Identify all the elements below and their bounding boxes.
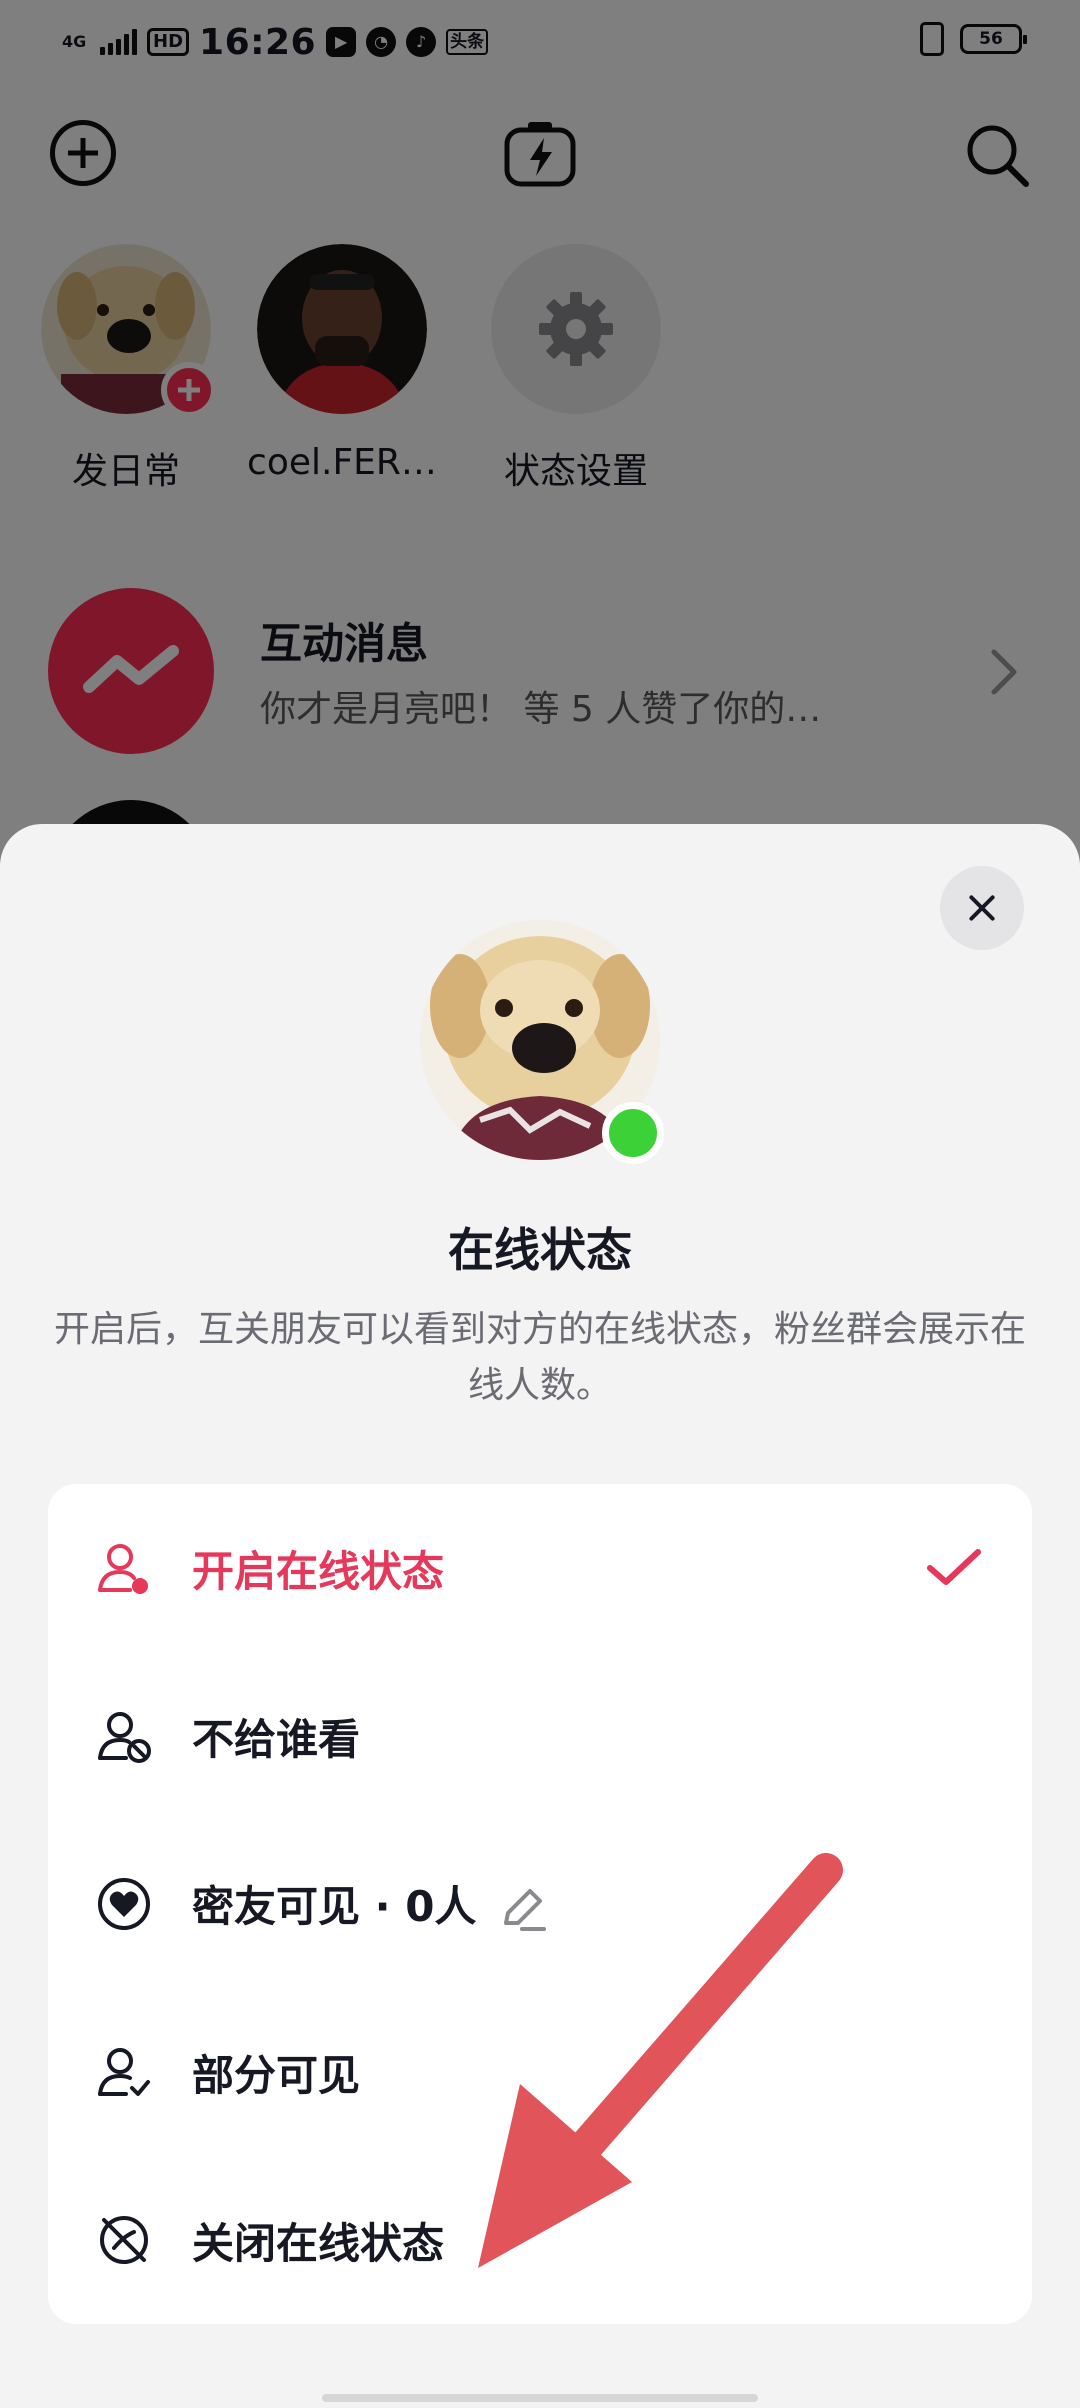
option-label: 开启在线状态 [192,1546,445,1596]
option-partially-visible[interactable]: 部分可见 [48,1988,1032,2156]
option-label: 不给谁看 [192,1714,361,1764]
option-label: 部分可见 [192,2050,361,2100]
option-label: 密友可见 · 0人 [192,1873,548,1935]
checkmark-icon [927,1549,981,1585]
person-block-icon [98,1712,151,1763]
sheet-title: 在线状态 [448,1223,632,1277]
close-button[interactable] [940,866,1024,950]
option-hide-from[interactable]: 不给谁看 [48,1652,1032,1820]
online-indicator [602,1102,664,1164]
online-status-sheet: 在线状态 开启后，互关朋友可以看到对方的在线状态，粉丝群会展示在线人数。 开启在… [0,824,1080,2408]
option-disable-online-status[interactable]: 关闭在线状态 [48,2156,1032,2324]
heart-circle-icon [98,1878,150,1930]
home-indicator[interactable] [322,2394,758,2402]
edit-icon[interactable] [498,1885,548,1935]
person-check-icon [98,2048,150,2096]
option-label-text: 密友可见 · 0人 [192,1882,477,1932]
status-off-icon [100,2216,148,2264]
option-close-friends[interactable]: 密友可见 · 0人 [48,1820,1032,1988]
option-enable-online-status[interactable]: 开启在线状态 [48,1484,1032,1652]
sheet-description: 开启后，互关朋友可以看到对方的在线状态，粉丝群会展示在线人数。 [53,1309,1026,1406]
person-dot-icon [98,1544,148,1594]
option-label: 关闭在线状态 [192,2218,445,2268]
visibility-options: 开启在线状态 不给谁看 密友可见 · 0人 部分可见 关闭在线状态 [48,1484,1032,2324]
